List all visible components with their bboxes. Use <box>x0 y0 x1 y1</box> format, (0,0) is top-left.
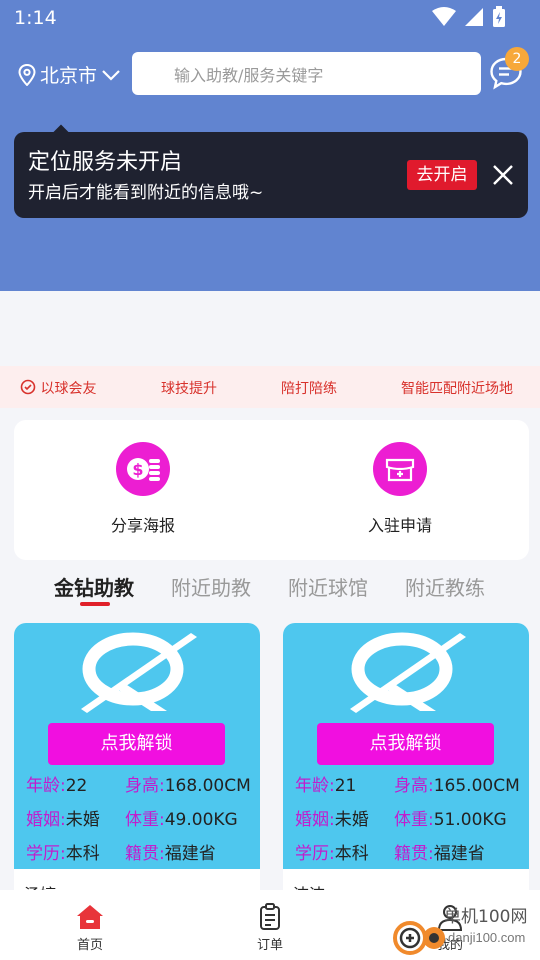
close-icon[interactable] <box>490 162 516 188</box>
tab-nearby-trainer[interactable]: 附近教练 <box>405 572 485 601</box>
origin-label: 籍贯: <box>394 844 434 864</box>
marital-label: 婚姻: <box>26 810 66 830</box>
watermark-name: 单机100网 <box>444 907 528 927</box>
weight-label: 体重: <box>394 810 434 830</box>
store-add-icon <box>373 442 427 496</box>
height-value: 168.00CM <box>164 776 251 796</box>
nav-orders[interactable]: 订单 <box>230 902 310 953</box>
education-label: 学历: <box>26 844 66 864</box>
feature-label: 分享海报 <box>110 516 175 535</box>
tag-item: 智能匹配附近场地 <box>401 381 513 397</box>
dollar-coins-icon: $ <box>116 442 170 496</box>
origin-label: 籍贯: <box>125 844 165 864</box>
badge-icon <box>20 379 36 395</box>
city-label: 北京市 <box>40 65 98 87</box>
svg-text:$: $ <box>132 460 143 479</box>
coach-photo-placeholder: 点我解锁 年龄:22 身高:168.00CM 婚姻:未婚 体重:49.00KG … <box>14 623 260 869</box>
battery-charging-icon <box>493 6 505 27</box>
education-label: 学历: <box>295 844 335 864</box>
coach-photo-placeholder: 点我解锁 年龄:21 身高:165.00CM 婚姻:未婚 体重:51.00KG … <box>283 623 529 869</box>
coach-card[interactable]: 点我解锁 年龄:22 身高:168.00CM 婚姻:未婚 体重:49.00KG … <box>14 623 260 903</box>
location-pin-icon <box>18 63 36 86</box>
origin-value: 福建省 <box>164 844 216 864</box>
weight-value: 51.00KG <box>433 810 507 830</box>
height-label: 身高: <box>394 776 434 796</box>
age-label: 年龄: <box>295 776 335 796</box>
tag-item: 陪打陪练 <box>281 381 337 397</box>
join-apply-button[interactable]: 入驻申请 <box>330 442 470 536</box>
q-logo-icon <box>81 632 197 713</box>
search-placeholder: 输入助教/服务关键字 <box>174 66 324 85</box>
q-logo-icon <box>350 632 466 713</box>
feature-label: 入驻申请 <box>367 516 432 535</box>
age-value: 21 <box>334 776 357 796</box>
active-tab-indicator <box>80 602 110 606</box>
education-value: 本科 <box>334 844 369 864</box>
age-value: 22 <box>65 776 88 796</box>
tag-item: 以球会友 <box>20 378 96 398</box>
feature-card: $ 分享海报 入驻申请 <box>14 420 529 560</box>
marital-label: 婚姻: <box>295 810 335 830</box>
nav-home[interactable]: 首页 <box>50 902 130 953</box>
weight-label: 体重: <box>125 810 165 830</box>
tab-gold-coach[interactable]: 金钻助教 <box>54 572 134 601</box>
enable-location-button[interactable]: 去开启 <box>407 160 477 190</box>
weight-value: 49.00KG <box>164 810 238 830</box>
origin-value: 福建省 <box>433 844 485 864</box>
status-time: 1:14 <box>14 7 57 29</box>
education-value: 本科 <box>65 844 100 864</box>
unlock-button[interactable]: 点我解锁 <box>317 723 494 765</box>
nav-label: 首页 <box>76 938 103 953</box>
watermark-url: danji100.com <box>448 930 526 945</box>
category-tabs: 金钻助教 附近助教 附近球馆 附近教练 <box>0 570 540 610</box>
toast-subtitle: 开启后才能看到附近的信息哦~ <box>28 183 264 203</box>
home-icon <box>77 905 103 929</box>
city-selector[interactable]: 北京市 <box>18 61 121 88</box>
tab-nearby-hall[interactable]: 附近球馆 <box>288 572 368 601</box>
feature-tag-bar: 以球会友 球技提升 陪打陪练 智能匹配附近场地 <box>0 366 540 408</box>
status-bar: 1:14 <box>0 0 540 36</box>
cellular-signal-icon <box>465 8 483 26</box>
site-watermark: 单机100网 danji100.com <box>388 898 540 960</box>
coach-card[interactable]: 点我解锁 年龄:21 身高:165.00CM 婚姻:未婚 体重:51.00KG … <box>283 623 529 903</box>
watermark-logo-icon <box>393 921 445 955</box>
wifi-icon <box>432 7 456 26</box>
tag-item: 球技提升 <box>161 381 217 397</box>
marital-value: 未婚 <box>334 810 369 830</box>
toast-title: 定位服务未开启 <box>28 150 183 175</box>
location-toast: 定位服务未开启 开启后才能看到附近的信息哦~ 去开启 <box>14 132 528 218</box>
order-clipboard-icon <box>260 903 280 930</box>
tab-nearby-coach[interactable]: 附近助教 <box>171 572 251 601</box>
height-label: 身高: <box>125 776 165 796</box>
message-badge: 2 <box>505 47 529 71</box>
search-input[interactable]: 输入助教/服务关键字 <box>132 52 481 95</box>
nav-label: 订单 <box>256 938 283 953</box>
top-bar: 北京市 输入助教/服务关键字 <box>0 52 540 96</box>
age-label: 年龄: <box>26 776 66 796</box>
unlock-button[interactable]: 点我解锁 <box>48 723 225 765</box>
chevron-down-icon <box>102 69 120 81</box>
tag-label: 以球会友 <box>40 381 97 397</box>
share-poster-button[interactable]: $ 分享海报 <box>73 442 213 536</box>
marital-value: 未婚 <box>65 810 100 830</box>
height-value: 165.00CM <box>433 776 520 796</box>
